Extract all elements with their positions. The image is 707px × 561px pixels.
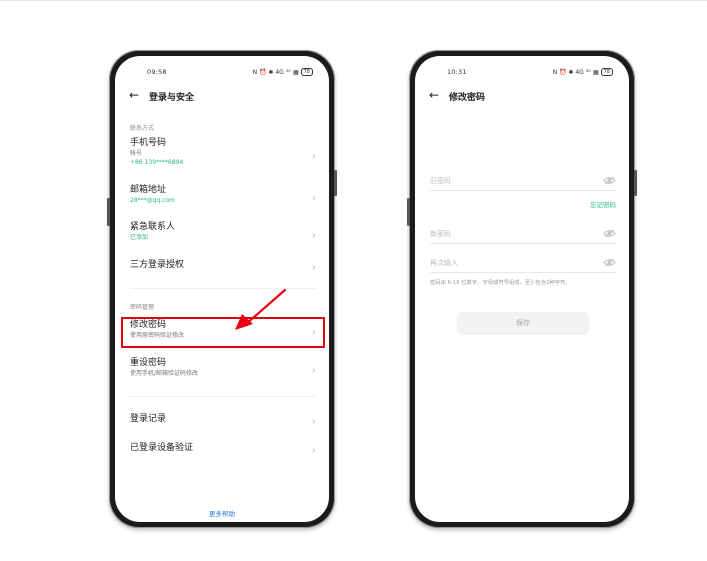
left-screen: 09:58 N ⏰ ✱ 4G ⁵ᴳ ▦ 78 ← 登录与安全 联系方式 手机号码… [115,56,329,522]
list-item-title: 已登录设备验证 [130,443,194,453]
chevron-right-icon: › [311,191,316,205]
save-button[interactable]: 保存 [457,312,589,335]
list-item-emergency-contact[interactable]: 紧急联系人 已添加 › [130,222,316,248]
new-password-field[interactable] [430,227,616,244]
list-item-title: 登录记录 [130,414,167,424]
status-bar: 09:58 N ⏰ ✱ 4G ⁵ᴳ ▦ 78 [115,68,329,80]
volume-button [107,198,110,226]
old-password-field[interactable] [430,174,616,191]
chevron-right-icon: › [311,414,316,428]
status-icons: N ⏰ ✱ 4G ⁵ᴳ ▦ 78 [253,68,313,76]
annotation-arrow-icon [235,288,287,330]
list-item-title: 三方登录授权 [130,260,185,270]
status-time: 09:58 [147,68,167,76]
section-label-password: 密码管理 [130,304,155,311]
power-button [334,170,337,196]
confirm-password-field[interactable] [430,256,616,273]
page-title: 登录与安全 [149,93,195,103]
list-item-title: 手机号码 [130,138,167,148]
app-bar: ← 修改密码 [415,87,629,105]
back-arrow-icon[interactable]: ← [129,89,139,101]
list-item-value: 28***@qq.com [130,197,175,204]
page-title: 修改密码 [449,93,486,103]
status-bar: 10:31 N ⏰ ✱ 4G ⁵ᴳ ▦ 78 [415,68,629,80]
list-item-sub: 帐号 [130,150,143,157]
password-hint: 密码由 6-16 位数字、字母或符号组成，至少包含2种字符。 [430,280,571,286]
chevron-right-icon: › [311,443,316,457]
list-item-reset-password[interactable]: 重设密码 使用手机/邮箱验证码修改 › [130,358,316,382]
old-password-input[interactable] [430,174,590,188]
status-icons-text: N ⏰ ✱ 4G ⁵ᴳ ▦ [552,68,599,76]
eye-hidden-icon[interactable] [603,176,616,185]
power-button [634,170,637,196]
eye-hidden-icon[interactable] [603,258,616,267]
forgot-password-link[interactable]: 忘记密码 [590,199,616,209]
back-arrow-icon[interactable]: ← [429,89,439,101]
list-item-login-records[interactable]: 登录记录 › [130,414,316,428]
status-icons-text: N ⏰ ✱ 4G ⁵ᴳ ▦ [252,68,299,76]
chevron-right-icon: › [311,363,316,377]
top-divider [0,0,707,1]
list-item-value: 已添加 [130,234,149,241]
eye-hidden-icon[interactable] [603,229,616,238]
battery-icon: 78 [300,68,313,76]
section-divider [130,396,316,397]
new-password-input[interactable] [430,227,590,241]
list-item-sub: 使用手机/邮箱验证码修改 [130,370,199,377]
volume-button [407,198,410,226]
confirm-password-input[interactable] [430,256,590,270]
more-help-link[interactable]: 更多帮助 [115,508,329,518]
app-bar: ← 登录与安全 [115,87,329,105]
list-item-title: 紧急联系人 [130,222,176,232]
chevron-right-icon: › [311,260,316,274]
chevron-right-icon: › [311,228,316,242]
list-item-third-party-auth[interactable]: 三方登录授权 › [130,260,316,274]
list-item-email[interactable]: 邮箱地址 28***@qq.com › [130,185,316,211]
highlight-box [121,317,325,348]
list-item-title: 邮箱地址 [130,185,167,195]
battery-icon: 78 [600,68,613,76]
list-item-logged-devices[interactable]: 已登录设备验证 › [130,443,316,457]
status-icons: N ⏰ ✱ 4G ⁵ᴳ ▦ 78 [553,68,613,76]
right-screen: 10:31 N ⏰ ✱ 4G ⁵ᴳ ▦ 78 ← 修改密码 忘记密码 密码由 6… [415,56,629,522]
right-phone-frame: 10:31 N ⏰ ✱ 4G ⁵ᴳ ▦ 78 ← 修改密码 忘记密码 密码由 6… [407,50,637,528]
list-item-title: 重设密码 [130,358,167,368]
status-time: 10:31 [447,68,467,76]
list-item-phone[interactable]: 手机号码 帐号 +86 139****6894 › [130,138,316,174]
chevron-right-icon: › [311,149,316,163]
section-label-contact: 联系方式 [130,125,155,132]
list-item-value: +86 139****6894 [130,159,184,166]
left-phone-frame: 09:58 N ⏰ ✱ 4G ⁵ᴳ ▦ 78 ← 登录与安全 联系方式 手机号码… [107,50,337,528]
